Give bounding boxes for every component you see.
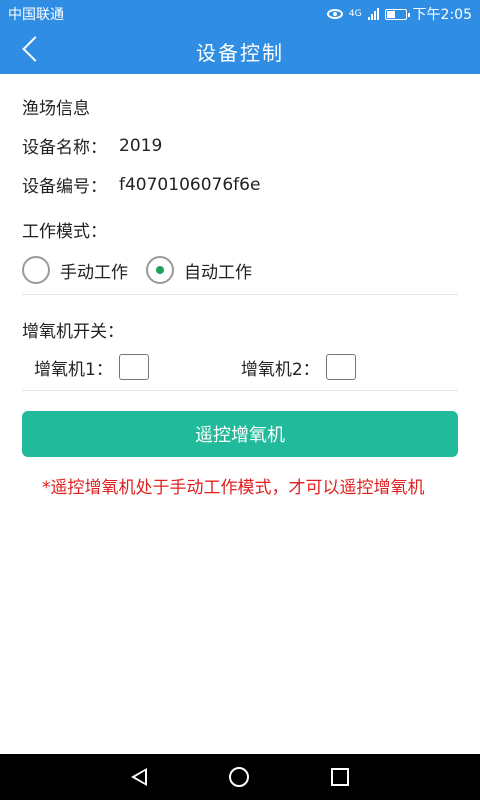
work-mode-row: 工作模式： <box>22 217 458 242</box>
remote-aerator-button[interactable]: 遥控增氧机 <box>22 411 458 457</box>
carrier-name: 中国联通 <box>8 7 64 23</box>
battery-icon <box>384 8 410 20</box>
page-title: 设备控制 <box>196 40 284 65</box>
aerator-2-checkbox[interactable] <box>325 354 356 380</box>
radio-auto-label: 自动工作 <box>184 262 252 283</box>
aerator-switch-label: 增氧机开关： <box>22 322 124 342</box>
system-nav-bar <box>0 754 480 800</box>
aerator-checkboxes: 增氧机1： 增氧机2： <box>22 354 458 380</box>
radio-manual-label: 手动工作 <box>60 262 128 283</box>
status-icons: 4G 下午2:05 <box>326 4 472 24</box>
manual-mode-note: *遥控增氧机处于手动工作模式，才可以遥控增氧机 <box>42 478 425 498</box>
device-name-value: 2019 <box>119 135 163 156</box>
status-bar: 中国联通 4G 下午2:05 <box>0 0 480 28</box>
aerator-1-label: 增氧机1： <box>34 359 113 380</box>
aerator-1-checkbox[interactable] <box>118 354 149 380</box>
device-control-content: 渔场信息 设备名称： 2019 设备编号： f4070106076f6e 工作模… <box>22 74 458 501</box>
aerator-switch-row: 增氧机开关： <box>22 317 458 342</box>
clock: 下午2:05 <box>412 7 472 23</box>
divider <box>22 390 458 391</box>
farm-info-title: 渔场信息 <box>22 94 458 119</box>
device-name-row: 设备名称： 2019 <box>22 133 458 159</box>
back-arrow-icon[interactable] <box>22 36 48 62</box>
app-bar: 设备控制 <box>0 28 480 74</box>
radio-checked-icon[interactable] <box>146 256 174 284</box>
radio-auto-mode[interactable]: 自动工作 <box>146 256 252 284</box>
nav-back-icon[interactable] <box>131 768 147 786</box>
signal-icon <box>367 8 379 20</box>
farm-info-heading: 渔场信息 <box>22 99 90 119</box>
network-type: 4G <box>348 8 362 19</box>
eye-comfort-icon <box>326 9 343 19</box>
radio-unchecked-icon[interactable] <box>22 256 50 284</box>
divider <box>22 294 458 295</box>
nav-home-icon[interactable] <box>229 767 249 787</box>
work-mode-label: 工作模式： <box>22 222 107 242</box>
radio-manual-mode[interactable]: 手动工作 <box>22 256 128 284</box>
aerator-2-label: 增氧机2： <box>240 359 320 380</box>
nav-recent-apps-icon[interactable] <box>331 768 349 786</box>
device-id-row: 设备编号： f4070106076f6e <box>22 172 458 198</box>
device-name-label: 设备名称： <box>22 138 107 158</box>
work-mode-radio-group: 手动工作 自动工作 <box>22 256 458 284</box>
device-id-label: 设备编号： <box>22 177 107 197</box>
aerator-1-item[interactable]: 增氧机1： <box>34 354 149 380</box>
aerator-2-item[interactable]: 增氧机2： <box>241 354 356 380</box>
device-id-value: f4070106076f6e <box>119 174 261 195</box>
